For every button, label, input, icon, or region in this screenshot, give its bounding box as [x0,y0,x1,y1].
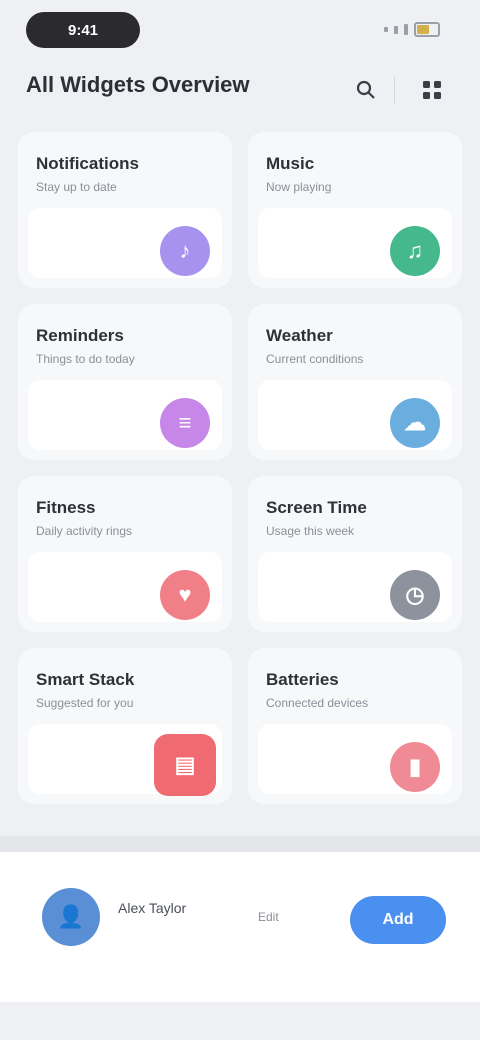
card-title: Reminders [36,326,124,345]
widget-card-screen-time[interactable]: Screen Time Usage this week ◷ [248,476,462,632]
card-title: Smart Stack [36,670,135,689]
search-icon[interactable] [348,72,384,108]
widget-card-batteries[interactable]: Batteries Connected devices ▮ [248,648,462,804]
widget-card-weather[interactable]: Weather Current conditions ☁ [248,304,462,460]
clock-icon: ◷ [390,570,440,620]
card-title: Music [266,154,315,173]
card-title: Fitness [36,498,96,517]
card-subtitle: Things to do today [36,352,135,366]
status-icons [384,22,440,37]
card-subtitle: Usage this week [266,524,355,538]
card-title: Batteries [266,670,339,689]
widget-card-smart-stack[interactable]: Smart Stack Suggested for you ▤ [18,648,232,804]
grid-icon[interactable] [414,72,450,108]
battery-icon: ▮ [390,742,440,792]
signal-icon [384,27,388,32]
widget-card-notifications[interactable]: Notifications Stay up to date ♪ [18,132,232,288]
header: All Widgets Overview [0,62,480,118]
card-subtitle: Daily activity rings [36,524,133,538]
stack-icon: ▤ [154,734,216,796]
card-title: Notifications [36,154,139,173]
signal-icon [394,25,398,34]
card-subtitle: Suggested for you [36,696,134,710]
card-title: Weather [266,326,333,345]
card-title: Screen Time [266,498,367,517]
status-bar: 9:41 [0,0,480,62]
bell-icon: ♪ [160,226,210,276]
heart-icon: ♥ [160,570,210,620]
card-subtitle: Current conditions [266,352,364,366]
music-icon: ♫ [390,226,440,276]
add-widget-button[interactable]: Add [350,896,446,944]
signal-icon [404,24,408,35]
section-divider [0,836,480,852]
list-icon: ≡ [160,398,210,448]
user-meta[interactable]: Edit [258,910,279,924]
widget-card-fitness[interactable]: Fitness Daily activity rings ♥ [18,476,232,632]
header-divider [394,76,395,104]
card-subtitle: Connected devices [266,696,369,710]
bottom-panel: 👤 Alex Taylor Edit Add [0,852,480,1002]
user-name: Alex Taylor [118,900,187,916]
cloud-icon: ☁ [390,398,440,448]
home-indicator-area [0,1002,480,1040]
page-title: All Widgets Overview [26,72,250,97]
widget-card-music[interactable]: Music Now playing ♫ [248,132,462,288]
widget-card-reminders[interactable]: Reminders Things to do today ≡ [18,304,232,460]
status-time: 9:41 [26,12,140,48]
battery-icon [414,22,440,37]
avatar[interactable]: 👤 [42,888,100,946]
card-subtitle: Stay up to date [36,180,117,194]
card-subtitle: Now playing [266,180,332,194]
widget-grid: Notifications Stay up to date ♪ Music No… [18,132,462,804]
